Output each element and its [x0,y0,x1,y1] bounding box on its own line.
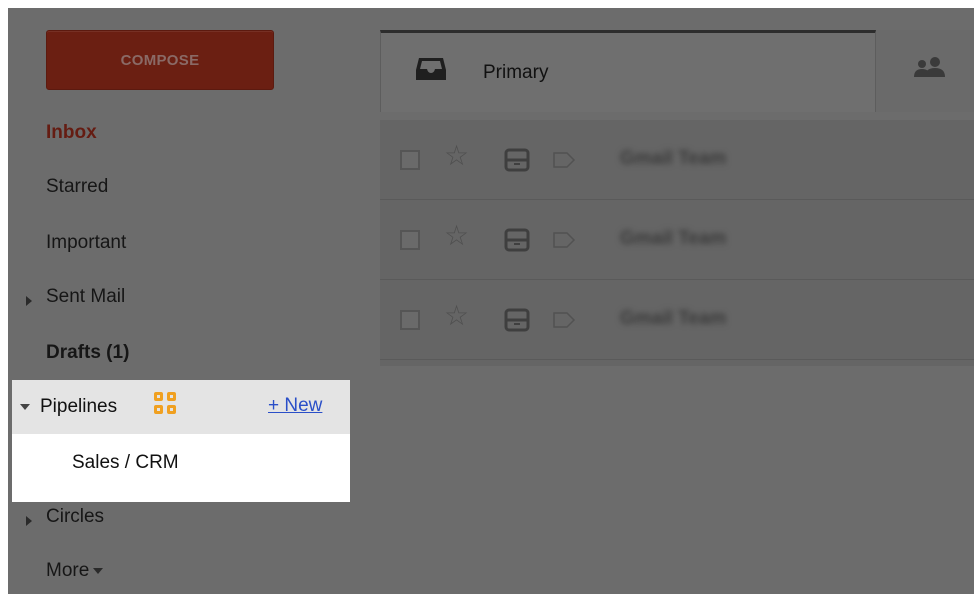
star-icon[interactable]: ☆ [444,302,469,330]
mail-row[interactable]: ☆ Gmail Team [380,200,974,280]
sender-name: Gmail Team [620,148,727,169]
star-icon[interactable]: ☆ [444,222,469,250]
sidebar-item-drafts[interactable]: Drafts (1) [46,342,129,364]
select-checkbox[interactable] [400,230,420,250]
inbox-tray-icon [504,148,530,172]
inbox-tray-icon [504,308,530,332]
compose-button[interactable]: COMPOSE [46,30,274,90]
select-checkbox[interactable] [400,310,420,330]
sender-name: Gmail Team [620,308,727,329]
label-tag-icon[interactable] [552,310,576,330]
new-pipeline-link[interactable]: + New [268,395,322,417]
sidebar-item-important[interactable]: Important [46,232,126,254]
label-tag-icon[interactable] [552,230,576,250]
select-checkbox[interactable] [400,150,420,170]
sender-name: Gmail Team [620,228,727,249]
mail-row[interactable]: ☆ Gmail Team [380,280,974,360]
sidebar-item-starred[interactable]: Starred [46,176,108,198]
label-tag-icon[interactable] [552,150,576,170]
more-label: More [46,560,90,581]
sidebar-item-sent-mail[interactable]: Sent Mail [46,286,125,308]
gmail-window: COMPOSE Inbox Starred Important Sent Mai… [8,8,974,594]
star-icon[interactable]: ☆ [444,142,469,170]
inbox-tray-icon [416,58,446,80]
pipelines-label: Pipelines [40,396,118,417]
category-tabs: Primary [380,30,974,112]
sidebar-item-inbox[interactable]: Inbox [46,122,97,144]
sidebar-item-pipelines[interactable]: Pipelines + New [12,380,350,434]
mail-row[interactable]: ☆ Gmail Team [380,120,974,200]
expand-arrow-icon[interactable] [26,516,32,526]
mail-list: ☆ Gmail Team ☆ Gmail Team ☆ Gmail Team [380,120,974,366]
caret-down-icon [93,567,104,574]
pipelines-section: Pipelines + New Sales / CRM [12,380,350,502]
tab-social[interactable] [876,30,974,112]
tab-primary[interactable]: Primary [380,30,876,112]
tab-primary-label: Primary [483,62,549,83]
sidebar-item-circles[interactable]: Circles [46,506,104,528]
pipelines-grid-icon [154,392,182,420]
people-icon [914,57,945,77]
inbox-tray-icon [504,228,530,252]
sidebar-item-more[interactable]: More [46,560,104,582]
sidebar-item-sales-crm[interactable]: Sales / CRM [72,452,179,474]
collapse-arrow-icon[interactable] [20,404,30,410]
expand-arrow-icon[interactable] [26,296,32,306]
